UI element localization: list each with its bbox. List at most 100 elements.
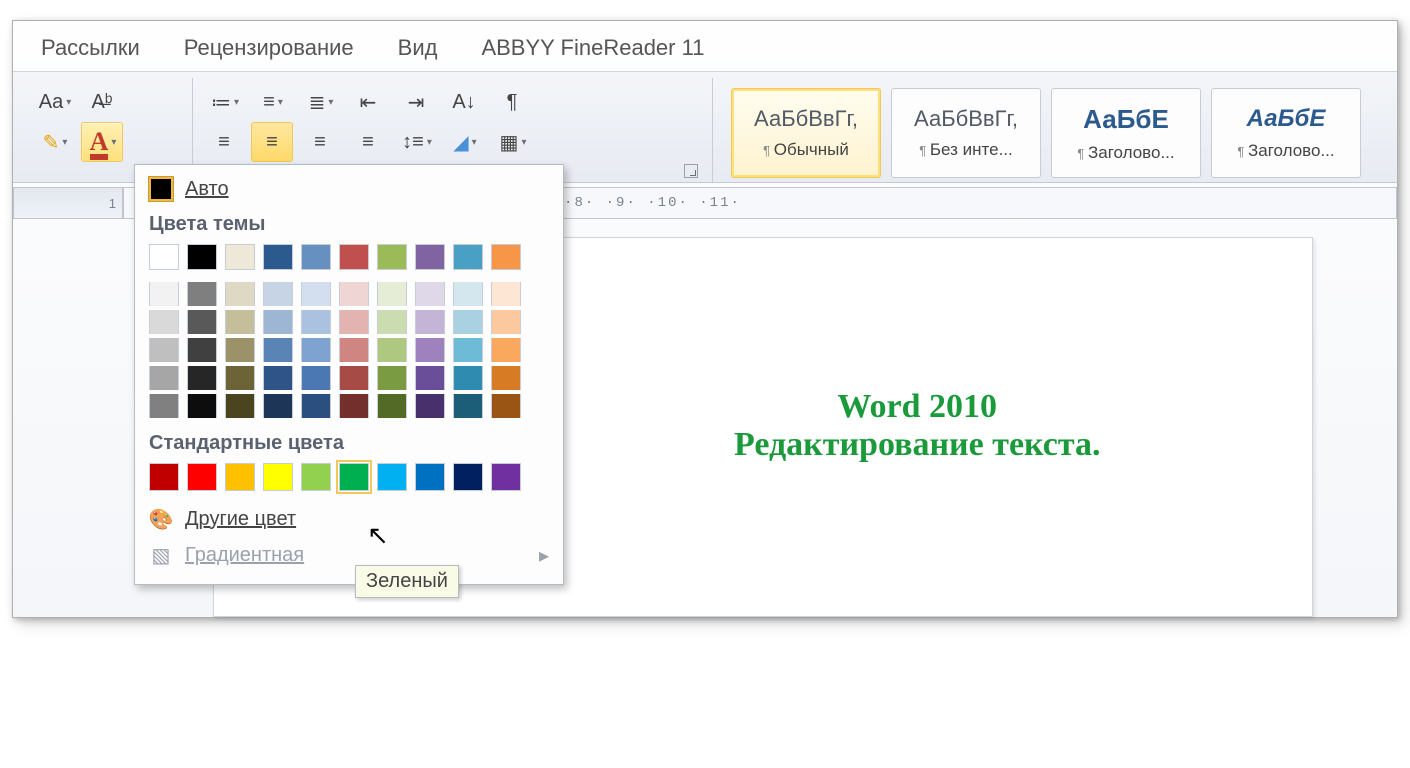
color-swatch[interactable] <box>187 338 217 362</box>
color-swatch[interactable] <box>339 244 369 270</box>
color-swatch[interactable] <box>225 463 255 491</box>
justify-button[interactable]: ≡ <box>347 122 389 162</box>
color-swatch[interactable] <box>491 244 521 270</box>
color-swatch[interactable] <box>377 338 407 362</box>
color-swatch[interactable] <box>377 244 407 270</box>
increase-indent-button[interactable]: ⇥ <box>395 82 437 122</box>
color-swatch[interactable] <box>377 366 407 390</box>
style-heading1[interactable]: АаБбЕ Заголово... <box>1051 88 1201 178</box>
color-swatch[interactable] <box>301 463 331 491</box>
color-swatch[interactable] <box>377 282 407 306</box>
color-swatch[interactable] <box>453 394 483 418</box>
color-swatch[interactable] <box>491 338 521 362</box>
color-swatch[interactable] <box>187 282 217 306</box>
style-heading2[interactable]: АаБбЕ Заголово... <box>1211 88 1361 178</box>
color-swatch[interactable] <box>491 463 521 491</box>
color-auto[interactable]: Авто <box>135 171 563 207</box>
color-swatch[interactable] <box>301 282 331 306</box>
color-swatch[interactable] <box>263 366 293 390</box>
color-swatch[interactable] <box>415 338 445 362</box>
color-swatch[interactable] <box>225 244 255 270</box>
highlight-button[interactable]: ✎ <box>33 122 75 162</box>
color-swatch[interactable] <box>453 310 483 334</box>
color-swatch[interactable] <box>263 244 293 270</box>
color-swatch[interactable] <box>453 338 483 362</box>
color-swatch[interactable] <box>377 310 407 334</box>
color-swatch[interactable] <box>263 463 293 491</box>
clear-formatting-button[interactable]: A̶ᵇ <box>81 82 123 122</box>
color-swatch[interactable] <box>491 366 521 390</box>
color-swatch[interactable] <box>301 338 331 362</box>
style-normal[interactable]: АаБбВвГг, Обычный <box>731 88 881 178</box>
color-swatch[interactable] <box>187 310 217 334</box>
tab-view[interactable]: Вид <box>398 35 438 61</box>
color-swatch[interactable] <box>187 463 217 491</box>
color-swatch[interactable] <box>415 366 445 390</box>
shading-button[interactable]: ◢ <box>443 122 485 162</box>
color-swatch[interactable] <box>187 394 217 418</box>
color-swatch[interactable] <box>453 463 483 491</box>
color-swatch[interactable] <box>339 463 369 491</box>
color-swatch[interactable] <box>263 338 293 362</box>
change-case-button[interactable]: Aa <box>33 82 75 122</box>
color-swatch[interactable] <box>415 463 445 491</box>
color-swatch[interactable] <box>149 338 179 362</box>
color-swatch[interactable] <box>415 244 445 270</box>
color-swatch[interactable] <box>415 310 445 334</box>
color-swatch[interactable] <box>301 244 331 270</box>
color-swatch[interactable] <box>453 244 483 270</box>
more-colors[interactable]: 🎨 Другие цвет <box>135 501 563 537</box>
color-swatch[interactable] <box>377 394 407 418</box>
color-swatch[interactable] <box>377 463 407 491</box>
color-swatch[interactable] <box>149 366 179 390</box>
color-swatch[interactable] <box>149 394 179 418</box>
tab-review[interactable]: Рецензирование <box>184 35 354 61</box>
color-swatch[interactable] <box>225 338 255 362</box>
color-swatch[interactable] <box>149 310 179 334</box>
color-swatch[interactable] <box>339 282 369 306</box>
color-swatch[interactable] <box>225 310 255 334</box>
borders-button[interactable]: ▦ <box>491 122 533 162</box>
color-swatch[interactable] <box>149 463 179 491</box>
font-color-button[interactable]: A <box>81 122 123 162</box>
color-swatch[interactable] <box>339 310 369 334</box>
show-marks-button[interactable]: ¶ <box>491 82 533 122</box>
sort-button[interactable]: A↓ <box>443 82 485 122</box>
ruler-left[interactable]: 1 <box>13 187 123 219</box>
color-swatch[interactable] <box>491 310 521 334</box>
align-right-button[interactable]: ≡ <box>299 122 341 162</box>
multilevel-button[interactable]: ≣ <box>299 82 341 122</box>
color-swatch[interactable] <box>339 394 369 418</box>
line-spacing-button[interactable]: ↕≡ <box>395 122 437 162</box>
color-swatch[interactable] <box>187 366 217 390</box>
tab-mailings[interactable]: Рассылки <box>41 35 140 61</box>
color-swatch[interactable] <box>263 394 293 418</box>
color-swatch[interactable] <box>301 394 331 418</box>
color-swatch[interactable] <box>301 310 331 334</box>
numbering-button[interactable]: ≡ <box>251 82 293 122</box>
color-swatch[interactable] <box>225 366 255 390</box>
color-swatch[interactable] <box>491 282 521 306</box>
color-swatch[interactable] <box>187 244 217 270</box>
color-swatch[interactable] <box>339 338 369 362</box>
decrease-indent-button[interactable]: ⇤ <box>347 82 389 122</box>
color-swatch[interactable] <box>149 244 179 270</box>
color-swatch[interactable] <box>263 282 293 306</box>
bullets-button[interactable]: ≔ <box>203 82 245 122</box>
color-swatch[interactable] <box>149 282 179 306</box>
color-swatch[interactable] <box>491 394 521 418</box>
color-swatch[interactable] <box>415 282 445 306</box>
align-left-button[interactable]: ≡ <box>203 122 245 162</box>
style-no-spacing[interactable]: АаБбВвГг, Без инте... <box>891 88 1041 178</box>
color-swatch[interactable] <box>301 366 331 390</box>
paragraph-dialog-launcher[interactable] <box>684 164 698 178</box>
color-swatch[interactable] <box>263 310 293 334</box>
align-center-button[interactable]: ≡ <box>251 122 293 162</box>
color-swatch[interactable] <box>453 366 483 390</box>
color-swatch[interactable] <box>225 282 255 306</box>
color-swatch[interactable] <box>339 366 369 390</box>
color-swatch[interactable] <box>225 394 255 418</box>
color-swatch[interactable] <box>415 394 445 418</box>
color-swatch[interactable] <box>453 282 483 306</box>
tab-abbyy[interactable]: ABBYY FineReader 11 <box>481 35 704 61</box>
